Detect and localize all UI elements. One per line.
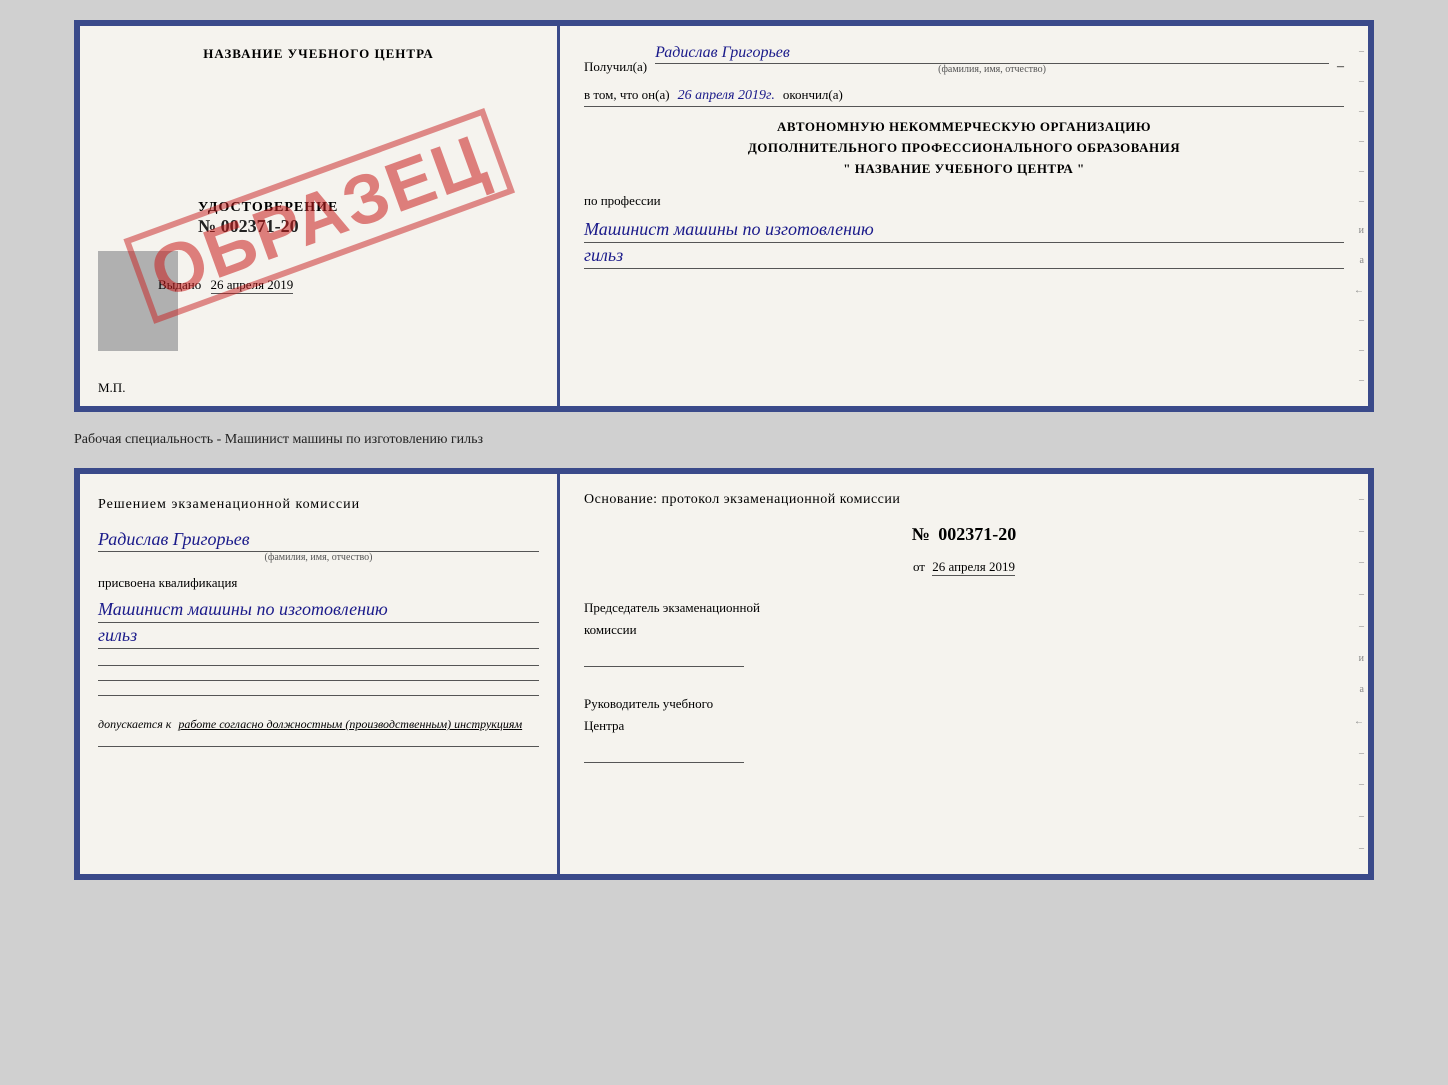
top-cert-right: Получил(а) Радислав Григорьев (фамилия, … (560, 26, 1368, 406)
predsedatel-block: Председатель экзаменационной комиссии (584, 597, 1344, 667)
fio-block: Радислав Григорьев (фамилия, имя, отчест… (655, 44, 1329, 75)
side-ticks-bottom: – – – – – и а ← – – – – (1350, 474, 1368, 874)
mp-label: М.П. (98, 380, 125, 396)
bottom-fio-block: Радислав Григорьев (фамилия, имя, отчест… (98, 529, 539, 563)
vtom-prefix: в том, что он(а) (584, 87, 670, 103)
ot-prefix: от (913, 559, 925, 574)
bottom-cert-left: Решением экзаменационной комиссии Радисл… (80, 474, 560, 874)
vydano-date: 26 апреля 2019 (211, 277, 294, 294)
work-desc: работе согласно должностным (производств… (178, 717, 522, 731)
org-block: АВТОНОМНУЮ НЕКОММЕРЧЕСКУЮ ОРГАНИЗАЦИЮ ДО… (584, 117, 1344, 179)
udostoverenie-block: УДОСТОВЕРЕНИЕ № 002371-20 (198, 200, 338, 237)
between-label: Рабочая специальность - Машинист машины … (74, 430, 1374, 450)
po-professii: по профессии (584, 193, 1344, 209)
number-label: № (912, 524, 930, 544)
vydano-prefix: Выдано (158, 277, 201, 292)
side-ticks-top: – – – – – – и а ← – – – (1350, 26, 1368, 406)
ot-date: 26 апреля 2019 (932, 559, 1015, 576)
predsedatel-sign-line (584, 649, 744, 667)
bottom-number: 002371-20 (938, 524, 1016, 544)
vtom-date: 26 апреля 2019г. (678, 88, 775, 104)
pr-line-1 (98, 665, 539, 666)
bottom-recipient-fio: Радислав Григорьев (98, 529, 539, 552)
dopuskaetsya-prefix: допускается к (98, 717, 171, 731)
dash-separator: – (1337, 59, 1344, 75)
qual-line2: гильз (98, 625, 539, 649)
org-line2: ДОПОЛНИТЕЛЬНОГО ПРОФЕССИОНАЛЬНОГО ОБРАЗО… (748, 138, 1180, 159)
bottom-date-row: от 26 апреля 2019 (584, 559, 1344, 575)
top-cert-left: НАЗВАНИЕ УЧЕБНОГО ЦЕНТРА ОБРАЗЕЦ УДОСТОВ… (80, 26, 560, 406)
profession-block: Машинист машины по изготовлению гильз (584, 219, 1344, 269)
okochil: окончил(а) (783, 87, 843, 103)
top-certificate: НАЗВАНИЕ УЧЕБНОГО ЦЕНТРА ОБРАЗЕЦ УДОСТОВ… (74, 20, 1374, 412)
pr-line-4 (98, 746, 539, 747)
rukovoditel-line2: Центра (584, 715, 1344, 737)
prisvoena-text: присвоена квалификация (98, 575, 539, 591)
rukovoditel-block: Руководитель учебного Центра (584, 693, 1344, 763)
fio-sublabel: (фамилия, имя, отчество) (655, 64, 1329, 75)
photo-placeholder (98, 251, 178, 351)
predsedatel-line1: Председатель экзаменационной (584, 597, 1344, 619)
qual-block: Машинист машины по изготовлению гильз (98, 599, 539, 649)
org-line3: " НАЗВАНИЕ УЧЕБНОГО ЦЕНТРА " (843, 159, 1084, 180)
resheniem-text: Решением экзаменационной комиссии (98, 494, 539, 515)
rukovoditel-line1: Руководитель учебного (584, 693, 1344, 715)
osnovanie-text: Основание: протокол экзаменационной коми… (584, 492, 1344, 508)
bottom-fio-sublabel: (фамилия, имя, отчество) (98, 552, 539, 563)
vtom-row: в том, что он(а) 26 апреля 2019г. окончи… (584, 87, 1344, 107)
org-line1: АВТОНОМНУЮ НЕКОММЕРЧЕСКУЮ ОРГАНИЗАЦИЮ (777, 117, 1151, 138)
udostoverenie-title: УДОСТОВЕРЕНИЕ (198, 200, 338, 216)
bottom-certificate: Решением экзаменационной комиссии Радисл… (74, 468, 1374, 880)
profession-line1: Машинист машины по изготовлению (584, 219, 1344, 243)
bottom-cert-right: Основание: протокол экзаменационной коми… (560, 474, 1368, 874)
dopuskaetsya-block: допускается к работе согласно должностны… (98, 717, 539, 732)
qual-line1: Машинист машины по изготовлению (98, 599, 539, 623)
rukovoditel-sign-line (584, 745, 744, 763)
pr-line-2 (98, 680, 539, 681)
profession-line2: гильз (584, 245, 1344, 269)
top-left-title: НАЗВАНИЕ УЧЕБНОГО ЦЕНТРА (98, 46, 539, 62)
poluchil-row: Получил(а) Радислав Григорьев (фамилия, … (584, 44, 1344, 75)
udostoverenie-number: № 002371-20 (198, 216, 338, 237)
pr-line-3 (98, 695, 539, 696)
predsedatel-line2: комиссии (584, 619, 1344, 641)
recipient-fio: Радислав Григорьев (655, 44, 1329, 64)
vydano-line: Выдано 26 апреля 2019 (158, 277, 293, 293)
bottom-number-row: № 002371-20 (584, 524, 1344, 545)
poluchil-prefix: Получил(а) (584, 59, 647, 75)
